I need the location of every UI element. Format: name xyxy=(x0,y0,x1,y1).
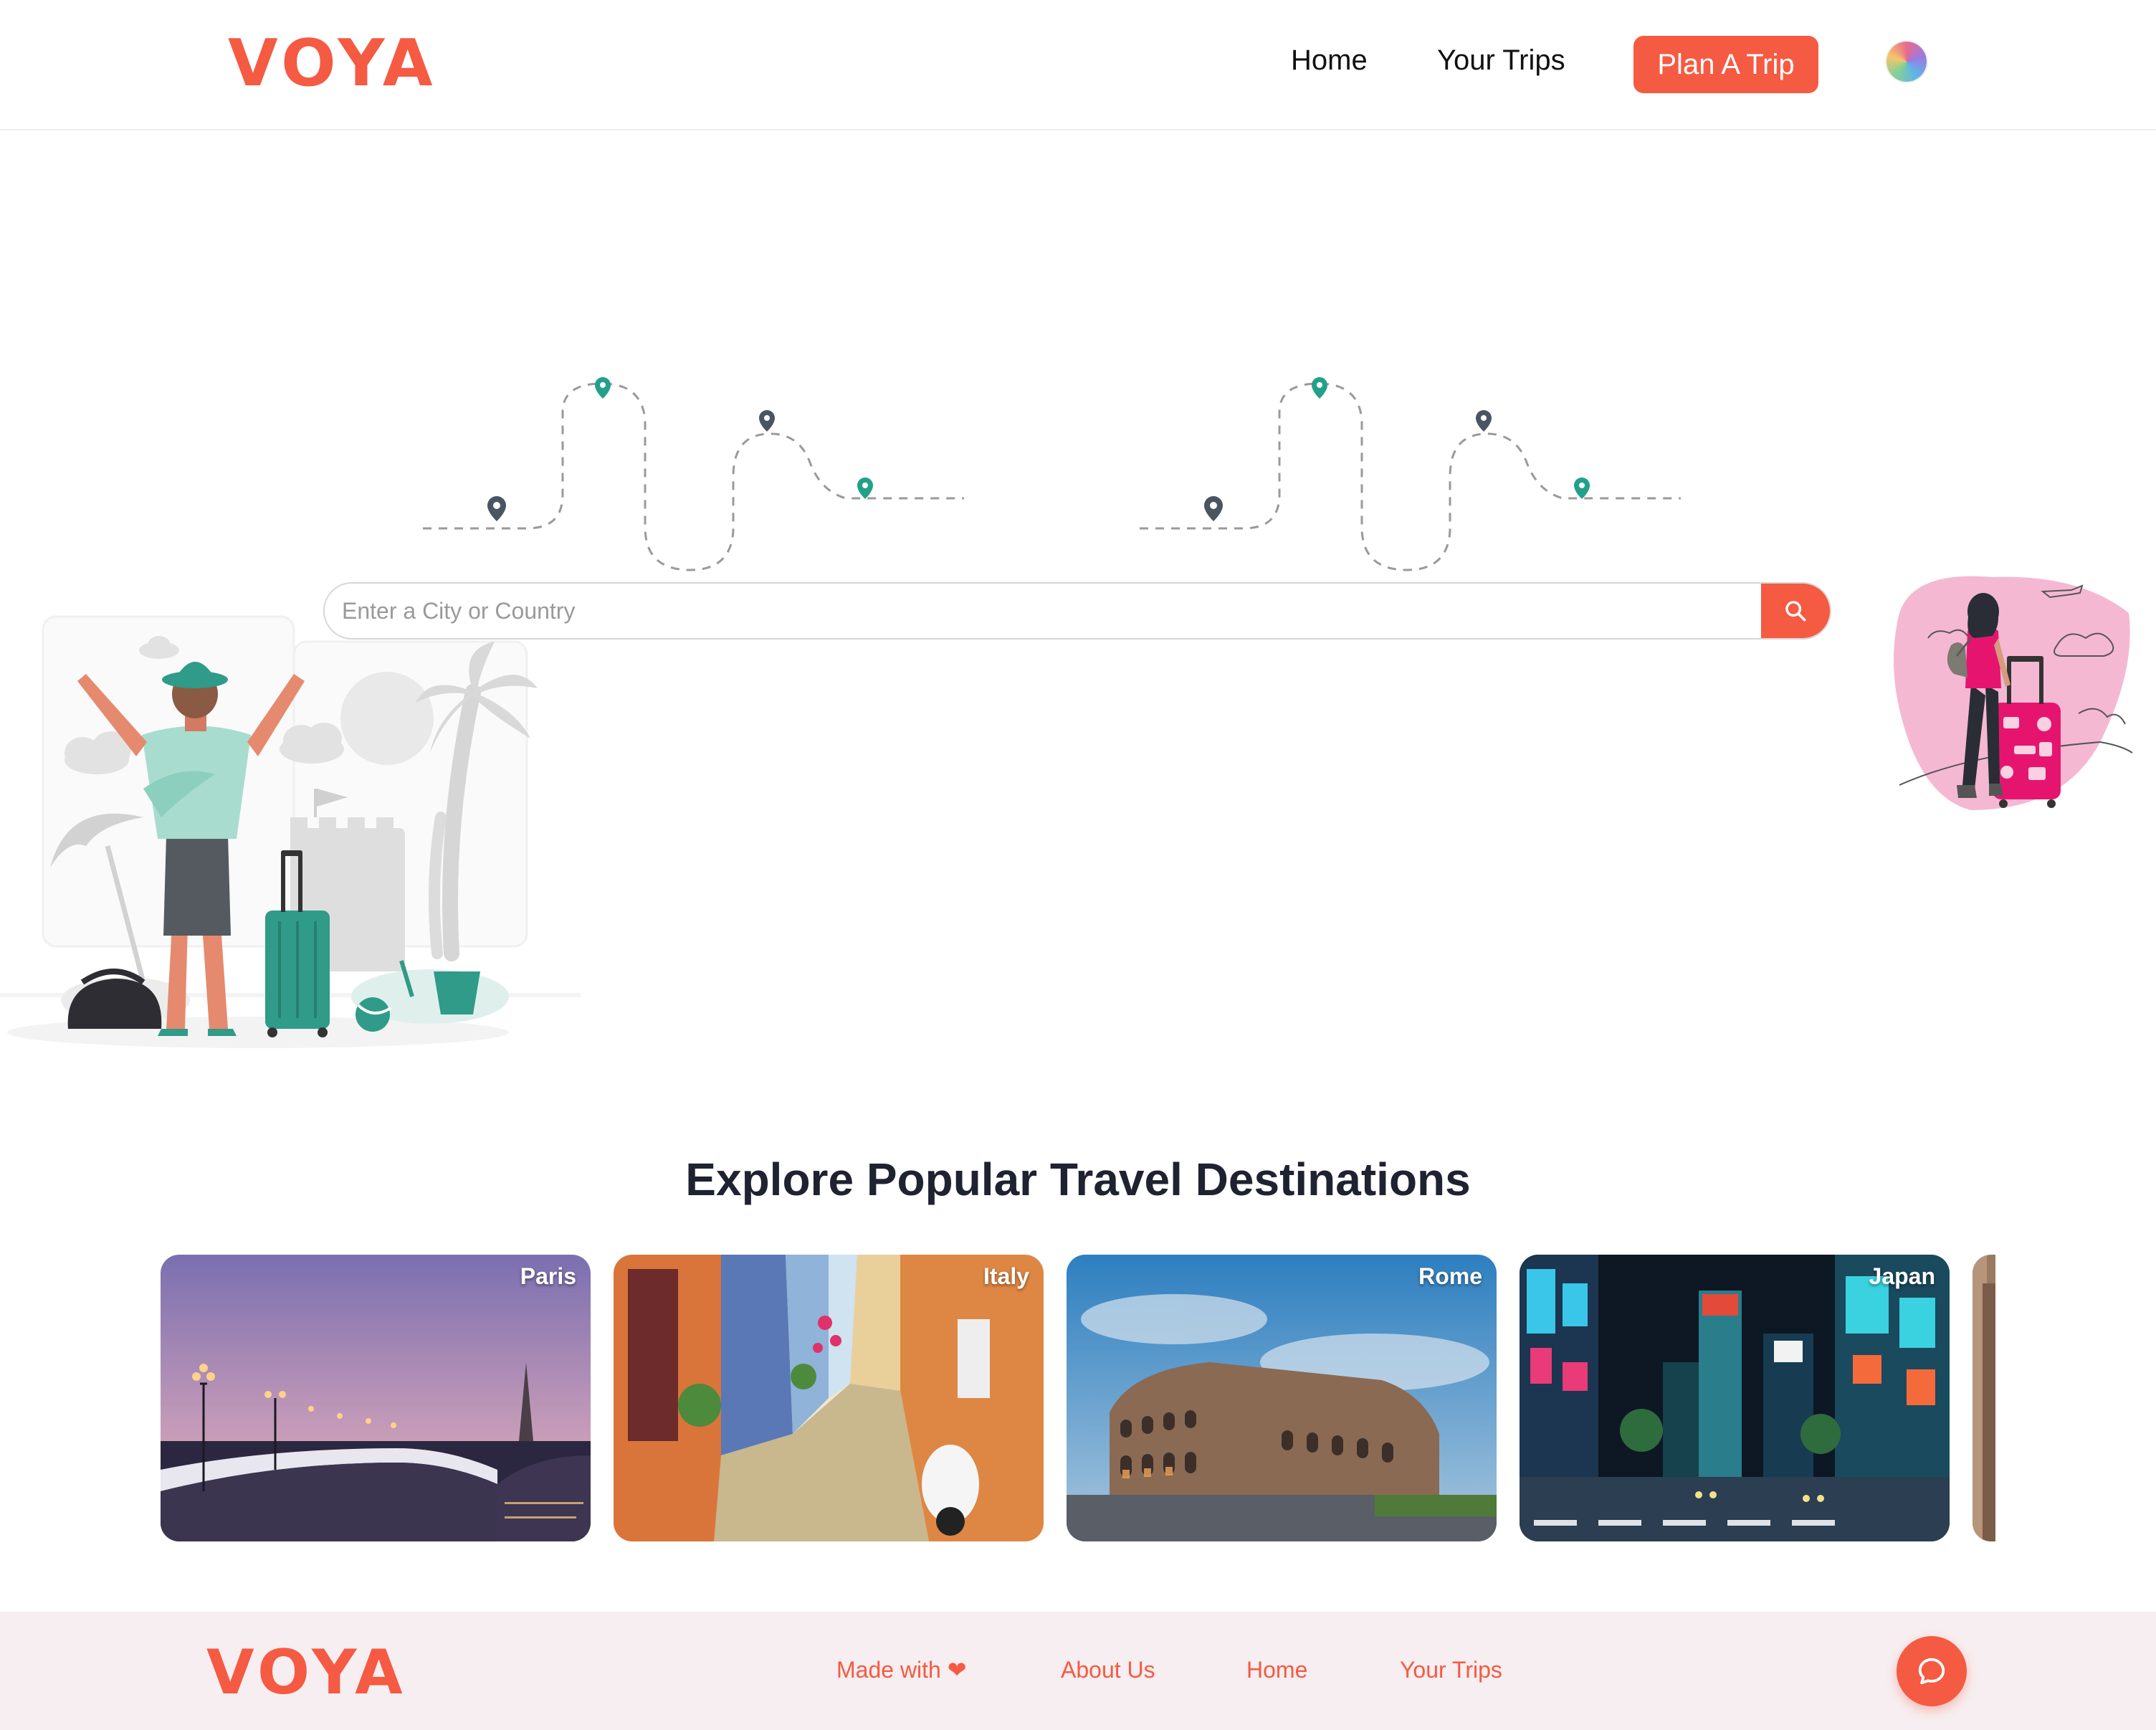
voya-logo[interactable]: VOYA xyxy=(228,32,437,96)
chat-button[interactable] xyxy=(1897,1636,1967,1706)
search-button[interactable] xyxy=(1761,584,1830,638)
map-pin-icon xyxy=(1476,410,1492,432)
site-footer: VOYA Made with ❤ About Us Home Your Trip… xyxy=(0,1612,2156,1730)
route-path-illustration-left xyxy=(423,377,964,571)
footer-your-trips-link[interactable]: Your Trips xyxy=(1400,1658,1502,1681)
nav-home-link[interactable]: Home xyxy=(1291,46,1368,75)
map-pin-icon xyxy=(857,477,873,499)
girl-with-suitcase-illustration xyxy=(1894,576,2133,810)
map-pin-icon xyxy=(759,410,775,432)
footer-voya-logo[interactable]: VOYA xyxy=(206,1642,407,1703)
destination-card-title: Japan xyxy=(1869,1263,1935,1289)
nav-your-trips-link[interactable]: Your Trips xyxy=(1437,46,1565,75)
footer-home-link[interactable]: Home xyxy=(1246,1658,1307,1681)
map-pin-icon xyxy=(595,377,611,399)
destinations-carousel[interactable]: Paris Italy Rome Japan xyxy=(161,1255,1995,1544)
footer-about-us-link[interactable]: About Us xyxy=(1061,1658,1155,1681)
destination-card-japan[interactable]: Japan xyxy=(1520,1255,1950,1541)
top-navbar: VOYA Home Your Trips Plan A Trip xyxy=(0,0,2156,130)
destination-card-paris[interactable]: Paris xyxy=(161,1255,591,1541)
footer-made-with-link[interactable]: Made with ❤ xyxy=(836,1658,967,1681)
destination-card-italy[interactable]: Italy xyxy=(614,1255,1044,1541)
user-avatar[interactable] xyxy=(1886,42,1927,82)
plan-a-trip-button[interactable]: Plan A Trip xyxy=(1633,36,1818,93)
destination-card-title: Rome xyxy=(1418,1263,1482,1289)
rome-photo xyxy=(1067,1255,1497,1541)
destination-card-title: Italy xyxy=(983,1263,1029,1289)
route-path-illustration-right xyxy=(1140,377,1681,571)
search-icon xyxy=(1785,601,1806,622)
paris-photo xyxy=(161,1255,591,1541)
destination-photo-partial xyxy=(1973,1255,1995,1541)
japan-photo xyxy=(1520,1255,1950,1541)
italy-photo xyxy=(614,1255,1044,1541)
map-pin-icon xyxy=(1204,496,1223,521)
chat-bubble-icon xyxy=(1918,1658,1945,1685)
map-pin-icon xyxy=(1312,377,1327,399)
map-pin-icon xyxy=(1574,477,1590,499)
traveler-beach-illustration xyxy=(0,615,581,1048)
popular-destinations-title: Explore Popular Travel Destinations xyxy=(685,1154,1471,1205)
destination-card-title: Paris xyxy=(520,1263,576,1289)
map-pin-icon xyxy=(487,496,506,521)
destination-card-partial[interactable] xyxy=(1973,1255,1995,1541)
destination-card-rome[interactable]: Rome xyxy=(1067,1255,1497,1541)
